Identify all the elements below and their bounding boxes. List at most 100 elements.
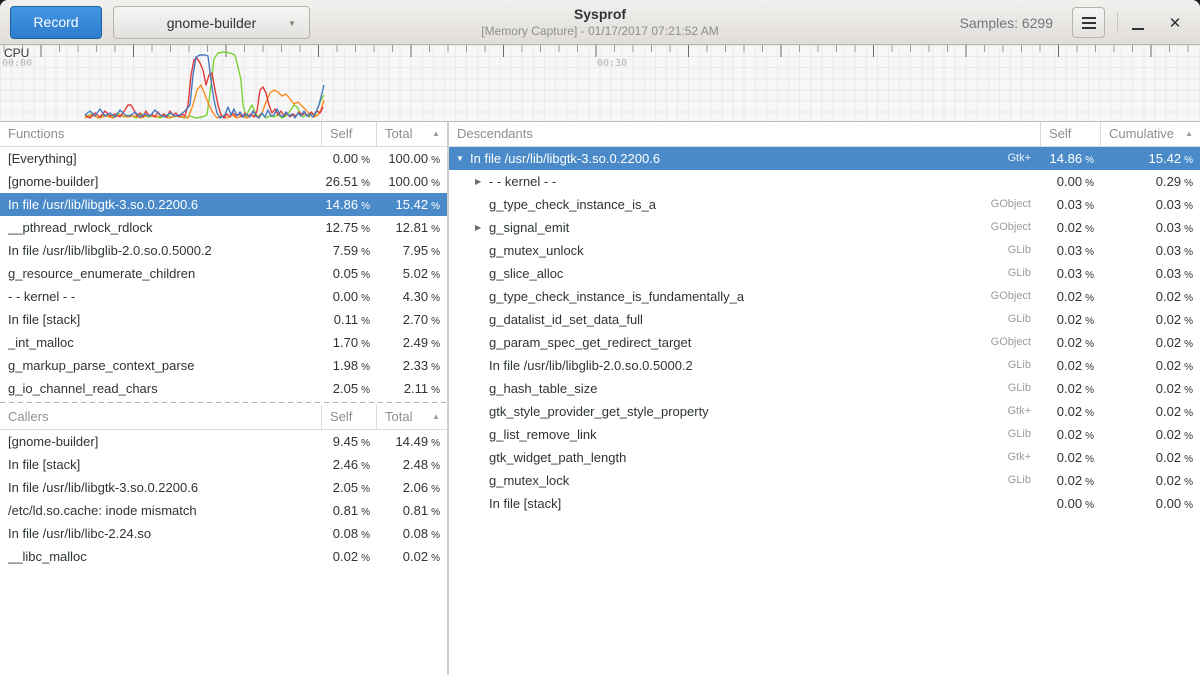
percent-value: 0.03% (1041, 239, 1101, 262)
table-row[interactable]: g_markup_parse_context_parse1.98%2.33% (0, 354, 447, 377)
table-row[interactable]: - - kernel - -0.00%4.30% (0, 285, 447, 308)
expander-open-icon[interactable]: ▼ (456, 147, 470, 170)
library-tag: GObject (991, 331, 1041, 354)
table-row[interactable]: In file /usr/lib/libc-2.24.so0.08%0.08% (0, 522, 447, 545)
total-column-header[interactable]: Total ▲ (377, 405, 447, 429)
library-tag: GLib (1008, 308, 1041, 331)
title-box: Sysprof [Memory Capture] - 01/17/2017 07… (300, 5, 900, 39)
table-row[interactable]: g_resource_enumerate_children0.05%5.02% (0, 262, 447, 285)
descendant-name: g_mutex_unlock (489, 239, 584, 262)
descendant-name-cell: g_mutex_unlockGLib (449, 239, 1041, 262)
expander-spacer (475, 423, 489, 446)
cpu-green-line (85, 52, 324, 118)
descendant-name: In file [stack] (489, 492, 561, 515)
table-row[interactable]: __pthread_rwlock_rdlock12.75%12.81% (0, 216, 447, 239)
record-button[interactable]: Record (10, 6, 102, 39)
percent-value: 0.03% (1101, 216, 1200, 239)
tree-row[interactable]: In file [stack]0.00%0.00% (449, 492, 1200, 515)
table-row[interactable]: In file /usr/lib/libgtk-3.so.0.2200.614.… (0, 193, 447, 216)
tree-row[interactable]: g_datalist_id_set_data_fullGLib0.02%0.02… (449, 308, 1200, 331)
expander-spacer (475, 285, 489, 308)
table-row[interactable]: In file [stack]0.11%2.70% (0, 308, 447, 331)
self-column-header[interactable]: Self (322, 405, 377, 429)
capture-subtitle: [Memory Capture] - 01/17/2017 07:21:52 A… (300, 24, 900, 39)
percent-value: 2.33% (377, 354, 447, 377)
percent-value: 0.02% (1101, 446, 1200, 469)
descendant-name: g_type_check_instance_is_fundamentally_a (489, 285, 744, 308)
descendant-name-cell: gtk_style_provider_get_style_propertyGtk… (449, 400, 1041, 423)
tree-row[interactable]: g_mutex_lockGLib0.02%0.02% (449, 469, 1200, 492)
tree-row[interactable]: g_hash_table_sizeGLib0.02%0.02% (449, 377, 1200, 400)
function-name: _int_malloc (0, 331, 322, 354)
descendant-name-cell: gtk_widget_path_lengthGtk+ (449, 446, 1041, 469)
tree-row[interactable]: In file /usr/lib/libglib-2.0.so.0.5000.2… (449, 354, 1200, 377)
table-row[interactable]: /etc/ld.so.cache: inode mismatch0.81%0.8… (0, 499, 447, 522)
percent-value: 0.02% (1041, 285, 1101, 308)
function-name: In file /usr/lib/libc-2.24.so (0, 522, 322, 545)
percent-value: 2.48% (377, 453, 447, 476)
close-button[interactable]: ✕ (1162, 7, 1188, 38)
function-name: [Everything] (0, 147, 322, 170)
self-column-header[interactable]: Self (322, 122, 377, 146)
tree-row[interactable]: ▶- - kernel - -0.00%0.29% (449, 170, 1200, 193)
tree-row[interactable]: g_type_check_instance_is_fundamentally_a… (449, 285, 1200, 308)
tree-row[interactable]: gtk_style_provider_get_style_propertyGtk… (449, 400, 1200, 423)
chevron-down-icon: ▼ (288, 19, 296, 28)
descendant-name-cell: g_type_check_instance_is_aGObject (449, 193, 1041, 216)
percent-value: 0.02% (1041, 446, 1101, 469)
percent-value: 0.02% (1041, 400, 1101, 423)
cumulative-column-header[interactable]: Cumulative ▲ (1101, 122, 1200, 146)
functions-column-header[interactable]: Functions (0, 122, 322, 146)
tree-row[interactable]: g_mutex_unlockGLib0.03%0.03% (449, 239, 1200, 262)
table-row[interactable]: [gnome-builder]9.45%14.49% (0, 430, 447, 453)
descendant-name: gtk_style_provider_get_style_property (489, 400, 709, 423)
descendants-table-header: Descendants Self Cumulative ▲ (449, 122, 1200, 147)
table-row[interactable]: g_io_channel_read_chars2.05%2.11% (0, 377, 447, 400)
function-name: - - kernel - - (0, 285, 322, 308)
table-row[interactable]: In file /usr/lib/libglib-2.0.so.0.5000.2… (0, 239, 447, 262)
callers-column-header[interactable]: Callers (0, 405, 322, 429)
window-title: Sysprof (300, 5, 900, 24)
tree-row[interactable]: g_param_spec_get_redirect_targetGObject0… (449, 331, 1200, 354)
table-row[interactable]: In file [stack]2.46%2.48% (0, 453, 447, 476)
percent-value: 7.59% (322, 239, 377, 262)
table-row[interactable]: _int_malloc1.70%2.49% (0, 331, 447, 354)
percent-value: 0.00% (322, 285, 377, 308)
descendant-name: - - kernel - - (489, 170, 556, 193)
cpu-timeline-graph[interactable]: CPU 00:00 00:30 (0, 45, 1200, 122)
descendants-column-header[interactable]: Descendants (449, 122, 1041, 146)
tree-row[interactable]: ▼In file /usr/lib/libgtk-3.so.0.2200.6Gt… (449, 147, 1200, 170)
descendant-name: g_mutex_lock (489, 469, 569, 492)
self-column-header[interactable]: Self (1041, 122, 1101, 146)
percent-value: 0.02% (1101, 308, 1200, 331)
percent-value: 12.75% (322, 216, 377, 239)
expander-spacer (475, 354, 489, 377)
table-row[interactable]: [Everything]0.00%100.00% (0, 147, 447, 170)
percent-value: 4.30% (377, 285, 447, 308)
expander-closed-icon[interactable]: ▶ (475, 170, 489, 193)
tree-row[interactable]: g_slice_allocGLib0.03%0.03% (449, 262, 1200, 285)
tree-row[interactable]: g_type_check_instance_is_aGObject0.03%0.… (449, 193, 1200, 216)
percent-value: 2.05% (322, 476, 377, 499)
library-tag: Gtk+ (1007, 147, 1041, 170)
table-row[interactable]: [gnome-builder]26.51%100.00% (0, 170, 447, 193)
total-column-header[interactable]: Total ▲ (377, 122, 447, 146)
descendant-name-cell: In file /usr/lib/libglib-2.0.so.0.5000.2… (449, 354, 1041, 377)
tree-row[interactable]: g_list_remove_linkGLib0.02%0.02% (449, 423, 1200, 446)
sort-ascending-icon: ▲ (1185, 122, 1193, 146)
expander-spacer (475, 331, 489, 354)
percent-value: 0.08% (322, 522, 377, 545)
tree-row[interactable]: gtk_widget_path_lengthGtk+0.02%0.02% (449, 446, 1200, 469)
table-row[interactable]: In file /usr/lib/libgtk-3.so.0.2200.62.0… (0, 476, 447, 499)
library-tag: GLib (1008, 469, 1041, 492)
percent-value: 0.00% (1041, 492, 1101, 515)
table-row[interactable]: __libc_malloc0.02%0.02% (0, 545, 447, 568)
minimize-button[interactable] (1125, 7, 1151, 38)
minimize-icon (1132, 28, 1144, 30)
function-name: g_markup_parse_context_parse (0, 354, 322, 377)
tree-row[interactable]: ▶g_signal_emitGObject0.02%0.03% (449, 216, 1200, 239)
process-selector-dropdown[interactable]: gnome-builder ▼ (113, 6, 310, 39)
percent-value: 0.02% (1101, 354, 1200, 377)
expander-closed-icon[interactable]: ▶ (475, 216, 489, 239)
menu-button[interactable] (1072, 7, 1105, 38)
